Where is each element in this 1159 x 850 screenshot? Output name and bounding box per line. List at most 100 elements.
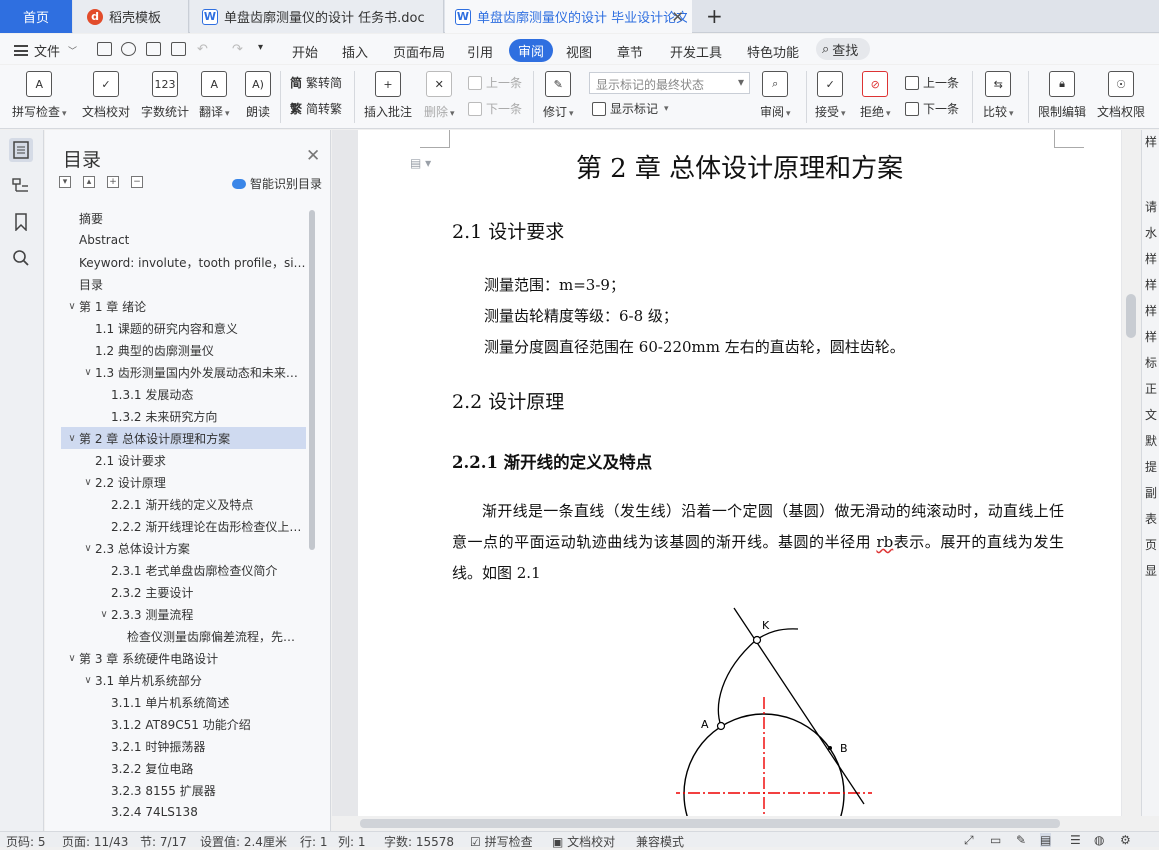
- reject-button[interactable]: ⊘ 拒绝 ▾: [860, 71, 891, 120]
- close-icon[interactable]: ✕: [306, 146, 320, 166]
- menu-insert[interactable]: 插入: [342, 42, 368, 61]
- status-section[interactable]: 节: 7/17: [140, 833, 187, 850]
- quick-access-dropdown-icon[interactable]: ▾: [258, 42, 263, 53]
- restrict-edit-button[interactable]: 🔒︎ 限制编辑: [1038, 71, 1086, 120]
- toc-item[interactable]: 检查仪测量齿廓偏差流程，先…: [61, 625, 306, 647]
- web-view-icon[interactable]: ◍: [1094, 833, 1104, 847]
- compare-button[interactable]: ⇆ 比较 ▾: [983, 71, 1014, 120]
- save-icon[interactable]: [97, 42, 112, 56]
- toc-item[interactable]: 3.1.1 单片机系统简述: [61, 691, 306, 713]
- status-setting[interactable]: 设置值: 2.4厘米: [200, 833, 287, 850]
- redo-icon[interactable]: ↷: [232, 42, 243, 57]
- share-icon[interactable]: [121, 42, 136, 56]
- tab-thesis-doc[interactable]: W 单盘齿廓测量仪的设计 毕业设计论文 ✕: [445, 0, 692, 33]
- toc-scrollbar[interactable]: [309, 210, 315, 550]
- revise-button[interactable]: ✎ 修订 ▾: [543, 71, 574, 120]
- menu-review[interactable]: 审阅: [509, 39, 554, 62]
- toc-item[interactable]: 2.2.1 渐开线的定义及特点: [61, 493, 306, 515]
- search-nav-icon[interactable]: [9, 246, 33, 270]
- chevron-down-icon[interactable]: ∨: [65, 433, 79, 444]
- search-button[interactable]: ⌕ 查找: [816, 38, 870, 60]
- word-count-button[interactable]: 123 字数统计: [141, 71, 189, 120]
- toc-item[interactable]: 3.2.4 74LS138: [61, 801, 306, 817]
- document-page[interactable]: ▤ ▾ 第 2 章 总体设计原理和方案 2.1 设计要求 测量范围：m=3-9；…: [358, 130, 1121, 816]
- status-spellcheck[interactable]: ☑ 拼写检查: [470, 833, 533, 850]
- status-page-num[interactable]: 页码: 5: [6, 833, 46, 850]
- toc-item[interactable]: ∨ 3.1 单片机系统部分: [61, 669, 306, 691]
- toc-item[interactable]: 目录: [61, 273, 306, 295]
- review-pane-button[interactable]: ⌕ 审阅 ▾: [760, 71, 791, 120]
- toc-item[interactable]: ∨ 1.3 齿形测量国内外发展动态和未来…: [61, 361, 306, 383]
- remove-heading-icon[interactable]: −: [131, 176, 143, 188]
- add-tab-button[interactable]: +: [706, 4, 723, 28]
- toc-item[interactable]: ∨ 第 3 章 系统硬件电路设计: [61, 647, 306, 669]
- toc-item[interactable]: ∨ 2.3 总体设计方案: [61, 537, 306, 559]
- menu-dev-tools[interactable]: 开发工具: [670, 42, 722, 61]
- simp-to-trad-button[interactable]: 繁简转繁: [290, 100, 342, 117]
- toc-item[interactable]: Abstract: [61, 229, 306, 251]
- next-comment-button[interactable]: 下一条: [468, 100, 522, 117]
- tab-home[interactable]: 首页: [0, 0, 72, 33]
- doc-permission-button[interactable]: ☉ 文档权限: [1097, 71, 1145, 120]
- chevron-down-icon[interactable]: ∨: [65, 653, 79, 664]
- close-icon[interactable]: ✕: [671, 8, 684, 26]
- toc-item[interactable]: 3.2.3 8155 扩展器: [61, 779, 306, 801]
- toc-item[interactable]: 1.2 典型的齿廓测量仪: [61, 339, 306, 361]
- fullscreen-icon[interactable]: ⤢: [964, 833, 974, 848]
- toc-item[interactable]: ∨ 第 2 章 总体设计原理和方案: [61, 427, 306, 449]
- status-row[interactable]: 行: 1: [300, 833, 328, 850]
- chevron-down-icon[interactable]: ∨: [81, 543, 95, 554]
- expand-all-icon[interactable]: ▴: [83, 176, 95, 188]
- show-marks-button[interactable]: 显示标记 ▾: [592, 100, 669, 117]
- collapse-all-icon[interactable]: ▾: [59, 176, 71, 188]
- toc-item[interactable]: 1.1 课题的研究内容和意义: [61, 317, 306, 339]
- menu-page-layout[interactable]: 页面布局: [393, 42, 445, 61]
- prev-comment-button[interactable]: 上一条: [468, 74, 522, 91]
- bookmark-nav-icon[interactable]: [9, 210, 33, 234]
- toc-item[interactable]: 2.1 设计要求: [61, 449, 306, 471]
- file-menu[interactable]: 文件 ﹀: [14, 41, 77, 60]
- status-words[interactable]: 字数: 15578: [384, 833, 454, 850]
- doc-proof-button[interactable]: ✓ 文档校对: [82, 71, 130, 120]
- menu-view[interactable]: 视图: [566, 42, 592, 61]
- vertical-scrollbar[interactable]: [1122, 130, 1140, 816]
- toc-item[interactable]: 2.3.1 老式单盘齿廓检查仪简介: [61, 559, 306, 581]
- toc-item[interactable]: 摘要: [61, 207, 306, 229]
- chevron-down-icon[interactable]: ∨: [81, 367, 95, 378]
- toc-item[interactable]: ∨ 2.3.3 测量流程: [61, 603, 306, 625]
- toc-item[interactable]: 2.2.2 渐开线理论在齿形检查仪上…: [61, 515, 306, 537]
- menu-chapter[interactable]: 章节: [617, 42, 643, 61]
- outline-nav-icon[interactable]: [9, 174, 33, 198]
- horizontal-scrollbar[interactable]: [332, 816, 1140, 831]
- menu-start[interactable]: 开始: [292, 42, 318, 61]
- delete-comment-button[interactable]: ✕ 删除 ▾: [424, 71, 455, 120]
- chevron-down-icon[interactable]: ∨: [81, 477, 95, 488]
- trad-to-simp-button[interactable]: 简繁转简: [290, 74, 342, 91]
- print-preview-icon[interactable]: [171, 42, 186, 56]
- spelling-flagged-word[interactable]: rb: [876, 533, 893, 551]
- outline-view-icon[interactable]: ☰: [1070, 833, 1081, 847]
- status-proof[interactable]: ▣ 文档校对: [552, 833, 615, 850]
- page-view-icon[interactable]: ▤: [1040, 833, 1052, 847]
- toc-nav-icon[interactable]: [9, 138, 33, 162]
- smart-toc-button[interactable]: 智能识别目录: [232, 175, 322, 192]
- read-mode-icon[interactable]: ▭: [990, 833, 1001, 847]
- chevron-down-icon[interactable]: ∨: [97, 609, 111, 620]
- spellcheck-button[interactable]: A 拼写检查 ▾: [12, 71, 67, 120]
- toc-item[interactable]: 3.2.1 时钟振荡器: [61, 735, 306, 757]
- add-heading-icon[interactable]: +: [107, 176, 119, 188]
- tab-daoke-template[interactable]: d 稻壳模板: [73, 0, 189, 33]
- chevron-down-icon[interactable]: ∨: [65, 301, 79, 312]
- menu-reference[interactable]: 引用: [467, 42, 493, 61]
- toc-item[interactable]: ∨ 第 1 章 绪论: [61, 295, 306, 317]
- toc-item[interactable]: 1.3.2 未来研究方向: [61, 405, 306, 427]
- insert-comment-button[interactable]: + 插入批注: [364, 71, 412, 120]
- toc-item[interactable]: 1.3.1 发展动态: [61, 383, 306, 405]
- translate-button[interactable]: A 翻译 ▾: [199, 71, 230, 120]
- accept-button[interactable]: ✓ 接受 ▾: [815, 71, 846, 120]
- prev-change-button[interactable]: 上一条: [905, 74, 959, 91]
- show-mark-state-select[interactable]: 显示标记的最终状态: [589, 72, 750, 94]
- status-col[interactable]: 列: 1: [338, 833, 366, 850]
- next-change-button[interactable]: 下一条: [905, 100, 959, 117]
- toc-item[interactable]: ∨ 2.2 设计原理: [61, 471, 306, 493]
